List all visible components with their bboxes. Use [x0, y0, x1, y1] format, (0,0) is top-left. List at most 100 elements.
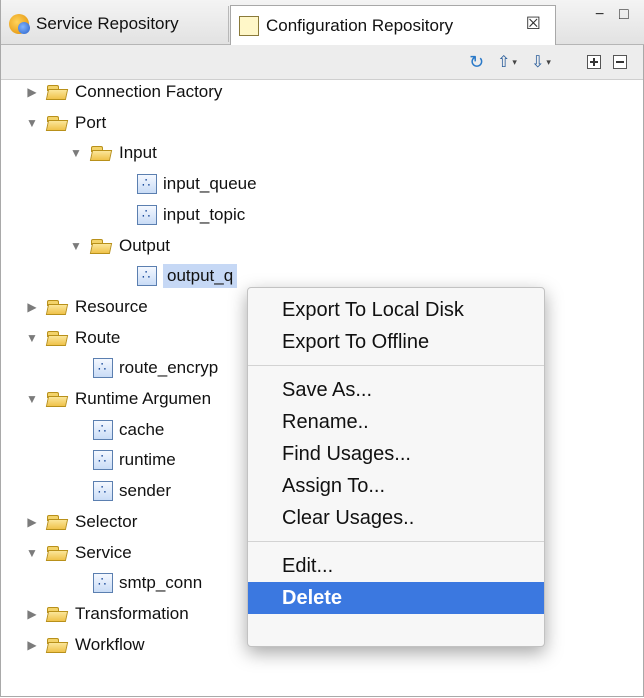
expand-all-button[interactable]: [587, 52, 601, 72]
import-button[interactable]: ⇩ ▾: [531, 52, 551, 72]
folder-icon: [91, 238, 113, 254]
tree-label: Workflow: [75, 634, 145, 654]
tree-label: cache: [119, 419, 165, 439]
folder-icon: [47, 330, 69, 346]
minimize-icon[interactable]: −: [595, 6, 604, 24]
folder-icon: [47, 606, 69, 622]
collapsed-arrow-icon[interactable]: ▶: [25, 85, 39, 99]
tree-folder[interactable]: ▼ Service: [25, 538, 132, 568]
configuration-repository-icon: [239, 15, 259, 36]
expanded-arrow-icon[interactable]: ▼: [25, 392, 39, 406]
menu-item-find-usages[interactable]: Find Usages...: [248, 438, 544, 470]
folder-icon: [47, 115, 69, 131]
tree-label: Selector: [75, 511, 138, 531]
collapse-all-icon: [613, 55, 627, 69]
expanded-arrow-icon[interactable]: ▼: [25, 116, 39, 130]
configuration-item-icon: [137, 174, 157, 195]
tree-item[interactable]: sender: [93, 476, 171, 506]
tree-item[interactable]: route_encryp: [93, 353, 218, 383]
expanded-arrow-icon[interactable]: ▼: [25, 546, 39, 560]
tree-folder[interactable]: ▼ Output: [69, 231, 170, 261]
tree-item[interactable]: cache: [93, 415, 164, 445]
menu-item-export-to-offline[interactable]: Export To Offline: [248, 326, 544, 358]
tree-label: Connection Factory: [75, 82, 223, 101]
tree-folder[interactable]: ▼ Route: [25, 323, 120, 353]
configuration-item-icon: [93, 450, 113, 471]
toolbar: ↻ ⇧ ▾ ⇩ ▾: [1, 45, 643, 80]
tree-item[interactable]: input_topic: [137, 200, 245, 230]
menu-item-clear-usages[interactable]: Clear Usages..: [248, 502, 544, 534]
tree-item[interactable]: output_q: [137, 261, 238, 291]
collapsed-arrow-icon[interactable]: ▶: [25, 638, 39, 652]
refresh-icon: ↻: [469, 51, 485, 72]
menu-item-rename[interactable]: Rename..: [248, 406, 544, 438]
collapse-all-button[interactable]: [613, 52, 627, 72]
tree-folder[interactable]: ▶ Workflow: [25, 630, 145, 660]
menu-item-edit[interactable]: Edit...: [248, 550, 544, 582]
menu-separator: [248, 541, 544, 542]
folder-icon: [47, 299, 69, 315]
configuration-item-icon: [93, 481, 113, 502]
tree-label: Runtime Argumen: [75, 389, 212, 408]
dropdown-arrow-icon: ▾: [512, 56, 517, 67]
dropdown-arrow-icon: ▾: [546, 56, 551, 67]
collapsed-arrow-icon[interactable]: ▶: [25, 607, 39, 621]
tree-label: Route: [75, 327, 121, 347]
folder-icon: [47, 637, 69, 653]
tab-service-repository[interactable]: Service Repository: [1, 6, 229, 42]
collapsed-arrow-icon[interactable]: ▶: [25, 515, 39, 529]
folder-icon: [91, 145, 113, 161]
tree-label: sender: [119, 481, 171, 501]
menu-item-delete[interactable]: Delete: [248, 582, 544, 614]
tree-label: input_topic: [163, 204, 246, 224]
tree-label: smtp_conn: [119, 573, 203, 593]
tree-folder[interactable]: ▶ Selector: [25, 507, 137, 537]
configuration-item-icon: [137, 204, 157, 225]
tree-folder[interactable]: ▶ Transformation: [25, 599, 189, 629]
expanded-arrow-icon[interactable]: ▼: [69, 239, 83, 253]
tree-label: Port: [75, 112, 107, 132]
expand-all-icon: [587, 55, 601, 69]
menu-item-save-as[interactable]: Save As...: [248, 374, 544, 406]
tree-label: Output: [119, 235, 171, 255]
export-button[interactable]: ⇧ ▾: [497, 52, 517, 72]
tree-label: Input: [119, 143, 157, 163]
tree-label: Service: [75, 542, 132, 562]
tree-label: runtime: [119, 450, 176, 470]
tree-label: route_encryp: [119, 358, 219, 378]
tree-folder[interactable]: ▼ Port: [25, 108, 106, 138]
service-repository-icon: [9, 14, 30, 34]
tab-configuration-repository[interactable]: Configuration Repository ☒: [230, 5, 556, 45]
tree-label: input_queue: [163, 174, 257, 194]
tab-bar: Service Repository Configuration Reposit…: [1, 0, 644, 45]
folder-icon: [47, 391, 69, 407]
menu-separator: [248, 365, 544, 366]
tree-label: Resource: [75, 296, 148, 316]
close-icon[interactable]: ☒: [526, 14, 541, 34]
configuration-item-icon: [93, 419, 113, 440]
maximize-icon[interactable]: □: [619, 6, 629, 24]
folder-icon: [47, 84, 69, 100]
tree-item[interactable]: smtp_conn: [93, 568, 202, 598]
tree-item[interactable]: runtime: [93, 445, 176, 475]
tree-folder[interactable]: ▶ Connection Factory: [25, 77, 222, 107]
configuration-item-icon: [93, 573, 113, 594]
tree-label: Transformation: [75, 603, 189, 623]
menu-item-export-to-local-disk[interactable]: Export To Local Disk: [248, 294, 544, 326]
menu-item-assign-to[interactable]: Assign To...: [248, 470, 544, 502]
export-icon: ⇧: [497, 54, 511, 71]
import-icon: ⇩: [531, 54, 545, 71]
tree-folder[interactable]: ▼ Runtime Argumen: [25, 384, 211, 414]
configuration-item-icon: [137, 266, 157, 287]
tree-folder[interactable]: ▶ Resource: [25, 292, 148, 322]
collapsed-arrow-icon[interactable]: ▶: [25, 300, 39, 314]
expanded-arrow-icon[interactable]: ▼: [25, 331, 39, 345]
tree-folder[interactable]: ▼ Input: [69, 138, 157, 168]
tab-label: Service Repository: [36, 14, 179, 33]
context-menu: Export To Local Disk Export To Offline Sav…: [247, 287, 545, 647]
folder-icon: [47, 514, 69, 530]
expanded-arrow-icon[interactable]: ▼: [69, 146, 83, 160]
refresh-button[interactable]: ↻: [469, 52, 484, 72]
tab-label: Configuration Repository: [266, 15, 454, 35]
tree-item[interactable]: input_queue: [137, 169, 257, 199]
